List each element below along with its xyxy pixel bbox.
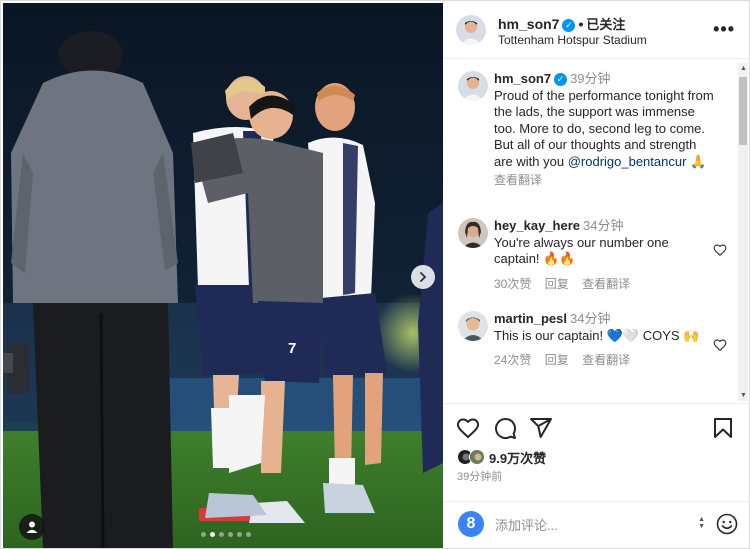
comment-composer: 8 ▲▼ bbox=[443, 501, 749, 548]
heart-icon[interactable] bbox=[456, 416, 480, 440]
comment-text: This is our captain! 💙🤍 COYS 🙌 bbox=[494, 327, 700, 343]
caption-text: Proud of the performance tonight from th… bbox=[494, 88, 714, 171]
heart-icon[interactable] bbox=[713, 338, 727, 352]
carousel-dots bbox=[201, 532, 251, 537]
user-tag-icon bbox=[26, 521, 38, 533]
commenter-avatar[interactable] bbox=[458, 218, 488, 248]
post-location[interactable]: Tottenham Hotspur Stadium bbox=[498, 33, 647, 47]
comment-time: 34分钟 bbox=[583, 218, 624, 233]
separator: • bbox=[578, 16, 584, 32]
see-translation-link[interactable]: 查看翻译 bbox=[494, 173, 542, 187]
comment-username[interactable]: hey_kay_here bbox=[494, 218, 580, 233]
share-icon[interactable] bbox=[529, 416, 553, 440]
author-avatar[interactable] bbox=[456, 15, 486, 45]
scrollbar-thumb[interactable] bbox=[739, 77, 747, 145]
likes-summary[interactable]: 9.9万次赞 bbox=[457, 447, 546, 467]
post-timestamp: 39分钟前 bbox=[457, 471, 503, 483]
more-options-icon[interactable]: ••• bbox=[713, 19, 735, 40]
see-translation-link[interactable]: 查看翻译 bbox=[582, 353, 630, 367]
carousel-dot bbox=[228, 532, 233, 537]
scroll-down-icon[interactable]: ▼ bbox=[740, 392, 747, 399]
post-side-panel: hm_son7 ✓ • 已关注 Tottenham Hotspur Stadium •… bbox=[443, 3, 749, 548]
heart-icon[interactable] bbox=[713, 243, 727, 257]
bookmark-icon[interactable] bbox=[711, 416, 735, 440]
next-slide-button[interactable] bbox=[411, 265, 435, 289]
comment-icon[interactable] bbox=[493, 416, 517, 440]
pray-emoji: 🙏 bbox=[690, 153, 707, 169]
comments-list[interactable]: hm_son7 ✓ 39分钟 Proud of the performance to… bbox=[443, 60, 749, 400]
verified-badge-icon: ✓ bbox=[562, 19, 576, 32]
carousel-dot bbox=[219, 532, 224, 537]
stadium-photo: 7 bbox=[3, 3, 443, 548]
caption-avatar[interactable] bbox=[458, 71, 488, 101]
reply-button[interactable]: 回复 bbox=[545, 277, 569, 291]
comment-text: You're always our number one captain! 🔥🔥 bbox=[494, 234, 669, 267]
comments-scrollbar[interactable]: ▲ ▼ bbox=[738, 63, 748, 401]
svg-text:7: 7 bbox=[288, 340, 296, 357]
post-window: 7 hm_son7 ✓ • 已关注 Tottenham Hotspur Stad… bbox=[0, 0, 750, 549]
carousel-dot bbox=[210, 532, 215, 537]
user-tag-button[interactable] bbox=[19, 514, 45, 540]
see-translation-link[interactable]: 查看翻译 bbox=[582, 277, 630, 291]
caption-time: 39分钟 bbox=[570, 71, 611, 86]
comment-like-count[interactable]: 30次赞 bbox=[494, 277, 531, 291]
comment-input[interactable] bbox=[495, 515, 675, 535]
chevron-right-icon bbox=[420, 272, 427, 282]
scroll-up-icon[interactable]: ▲ bbox=[740, 65, 747, 72]
comment-time: 34分钟 bbox=[569, 311, 611, 326]
caption-username[interactable]: hm_son7 bbox=[494, 71, 551, 86]
post-actions: 9.9万次赞 39分钟前 bbox=[443, 403, 749, 501]
emoji-button[interactable]: 8 bbox=[458, 511, 484, 537]
carousel-dot bbox=[246, 532, 251, 537]
reply-button[interactable]: 回复 bbox=[545, 353, 569, 367]
comment-like-count[interactable]: 24次赞 bbox=[494, 353, 531, 367]
verified-badge-icon: ✓ bbox=[554, 73, 568, 86]
post-photo[interactable]: 7 bbox=[3, 3, 443, 548]
follow-button[interactable]: 已关注 bbox=[586, 17, 625, 32]
carousel-dot bbox=[201, 532, 206, 537]
liker-avatar bbox=[469, 449, 485, 465]
author-username[interactable]: hm_son7 bbox=[498, 16, 559, 32]
smile-icon[interactable] bbox=[715, 512, 739, 536]
commenter-avatar[interactable] bbox=[458, 311, 488, 341]
carousel-dot bbox=[237, 532, 242, 537]
comment-username[interactable]: martin_pesl bbox=[494, 311, 567, 326]
input-spinner-icon[interactable]: ▲ ▼ bbox=[698, 516, 705, 530]
post-header: hm_son7 ✓ • 已关注 Tottenham Hotspur Stadium •… bbox=[443, 3, 749, 59]
caption-mention[interactable]: @rodrigo_bentancur bbox=[568, 154, 687, 169]
likes-count[interactable]: 9.9万次赞 bbox=[489, 448, 546, 467]
